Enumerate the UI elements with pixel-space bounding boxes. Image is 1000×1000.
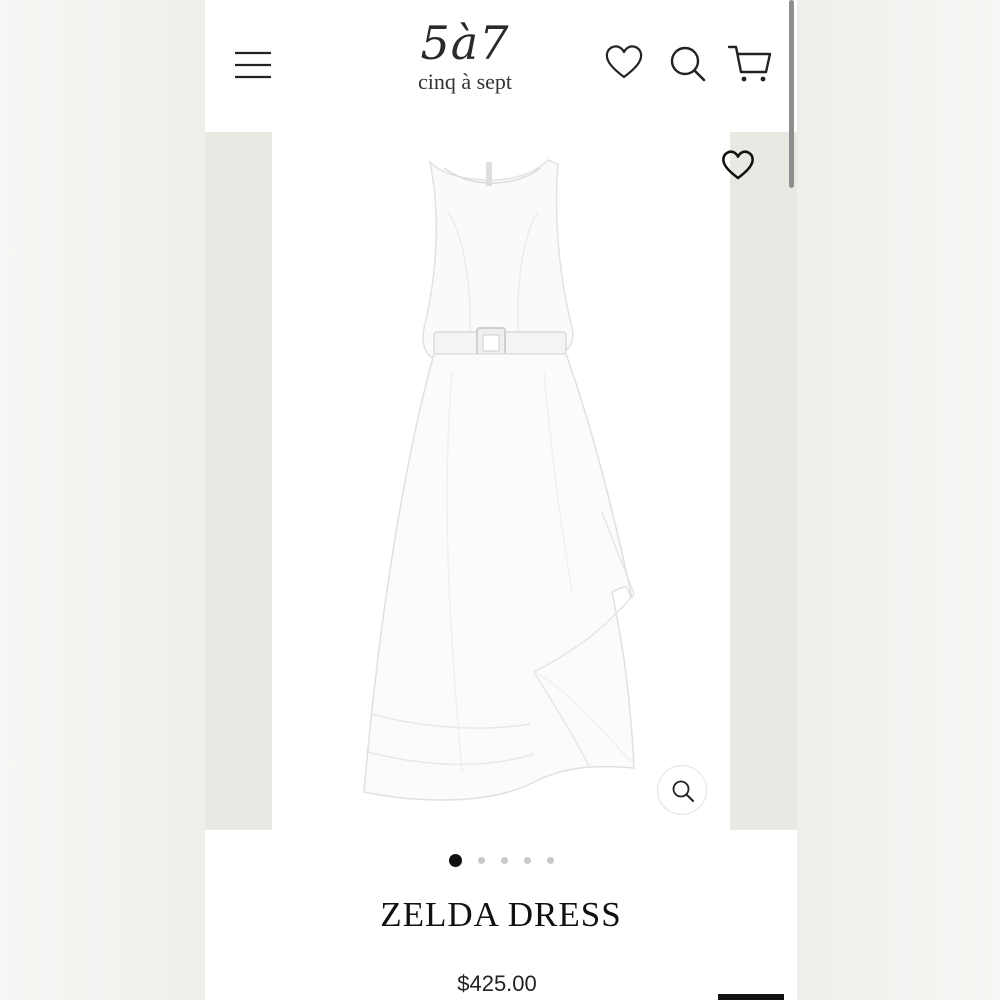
menu-button[interactable]: [233, 50, 273, 80]
product-price: $425.00: [457, 971, 537, 996]
mobile-page: 5à7 cinq à sept ZELDA DRESS $425.00: [205, 0, 797, 1000]
heart-icon: [722, 150, 754, 180]
product-image-gallery[interactable]: [205, 132, 797, 830]
add-to-wishlist-button[interactable]: [719, 148, 757, 184]
zoom-button[interactable]: [657, 765, 707, 815]
gallery-pagination: [205, 852, 797, 868]
product-title: ZELDA DRESS: [380, 895, 622, 934]
partial-button[interactable]: [718, 994, 784, 1000]
logo-mark: 5à7: [420, 16, 510, 70]
gallery-dot-3[interactable]: [500, 857, 508, 865]
wishlist-button[interactable]: [603, 42, 645, 84]
search-button[interactable]: [667, 42, 709, 84]
backdrop-left: [0, 0, 205, 1000]
product-photo: [272, 132, 730, 830]
gallery-dot-1[interactable]: [448, 854, 462, 868]
zoom-icon: [672, 780, 694, 802]
gallery-dot-5[interactable]: [546, 857, 554, 865]
gallery-dot-2[interactable]: [477, 857, 485, 865]
cart-icon: [727, 45, 772, 82]
gallery-dot-4[interactable]: [523, 857, 531, 865]
hamburger-menu-icon: [235, 51, 271, 79]
brand-logo[interactable]: 5à7 cinq à sept: [395, 18, 535, 110]
scrollbar[interactable]: [789, 0, 794, 188]
heart-icon: [605, 45, 643, 79]
site-header: 5à7 cinq à sept: [205, 0, 797, 133]
search-icon: [670, 46, 706, 82]
dress-image: [363, 159, 635, 801]
backdrop-right: [797, 0, 1000, 1000]
logo-text: cinq à sept: [417, 69, 513, 94]
cart-button[interactable]: [727, 42, 772, 84]
